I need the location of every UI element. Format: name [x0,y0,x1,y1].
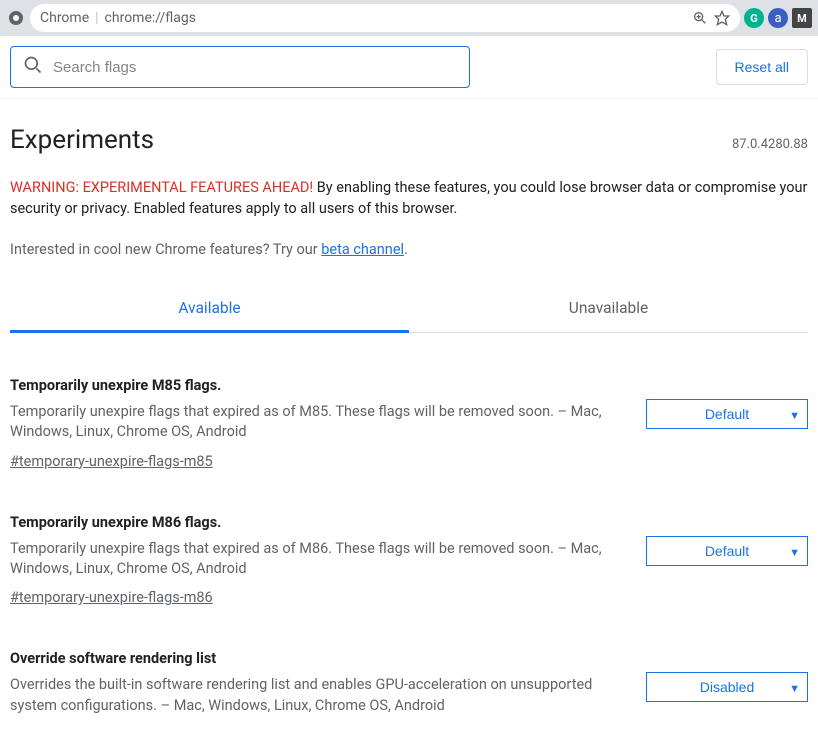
flag-description: Temporarily unexpire flags that expired … [10,539,626,580]
bookmark-star-icon[interactable] [714,10,730,26]
beta-prompt-period: . [404,241,408,258]
flag-row: Override software rendering list Overrid… [10,650,808,716]
flag-row: Temporarily unexpire M85 flags. Temporar… [10,377,808,470]
zoom-icon[interactable] [692,10,708,26]
beta-channel-link[interactable]: beta channel [321,241,404,258]
search-box[interactable] [10,46,470,88]
extension-icon-m[interactable]: M [792,8,812,28]
flag-title: Temporarily unexpire M85 flags. [10,377,626,394]
version-label: 87.0.4280.88 [732,137,808,152]
warning-text: WARNING: EXPERIMENTAL FEATURES AHEAD! By… [10,177,808,219]
tab-available[interactable]: Available [10,286,409,333]
beta-channel-prompt: Interested in cool new Chrome features? … [10,241,808,258]
address-bar[interactable]: Chrome | chrome://flags [30,4,740,32]
address-bar-url: chrome://flags [105,10,196,26]
flag-description: Overrides the built-in software renderin… [10,675,626,716]
search-icon [23,55,43,79]
address-bar-label: Chrome [40,10,89,26]
chrome-logo-icon [6,8,26,28]
extension-icon-grammarly[interactable]: G [744,8,764,28]
tabs: Available Unavailable [10,286,808,333]
flag-title: Temporarily unexpire M86 flags. [10,514,626,531]
reset-all-button[interactable]: Reset all [716,49,808,85]
flag-state-select[interactable]: Default [646,536,808,566]
flag-row: Temporarily unexpire M86 flags. Temporar… [10,514,808,607]
divider [0,98,818,99]
flag-state-select[interactable]: Disabled [646,672,808,702]
top-action-row: Reset all [0,36,818,98]
flag-description: Temporarily unexpire flags that expired … [10,402,626,443]
browser-chrome-bar: Chrome | chrome://flags G a M [0,0,818,36]
warning-headline: WARNING: EXPERIMENTAL FEATURES AHEAD! [10,179,313,196]
beta-prompt-text: Interested in cool new Chrome features? … [10,241,321,258]
page-title: Experiments [10,125,154,155]
main-content: Experiments 87.0.4280.88 WARNING: EXPERI… [0,125,818,756]
search-input[interactable] [53,59,457,76]
flag-anchor-link[interactable]: #temporary-unexpire-flags-m85 [10,453,213,470]
flag-anchor-link[interactable]: #temporary-unexpire-flags-m86 [10,589,213,606]
flag-title: Override software rendering list [10,650,626,667]
flag-state-select[interactable]: Default [646,399,808,429]
extension-icon-a[interactable]: a [768,8,788,28]
title-row: Experiments 87.0.4280.88 [10,125,808,155]
tab-unavailable[interactable]: Unavailable [409,286,808,332]
address-bar-divider: | [95,10,98,26]
